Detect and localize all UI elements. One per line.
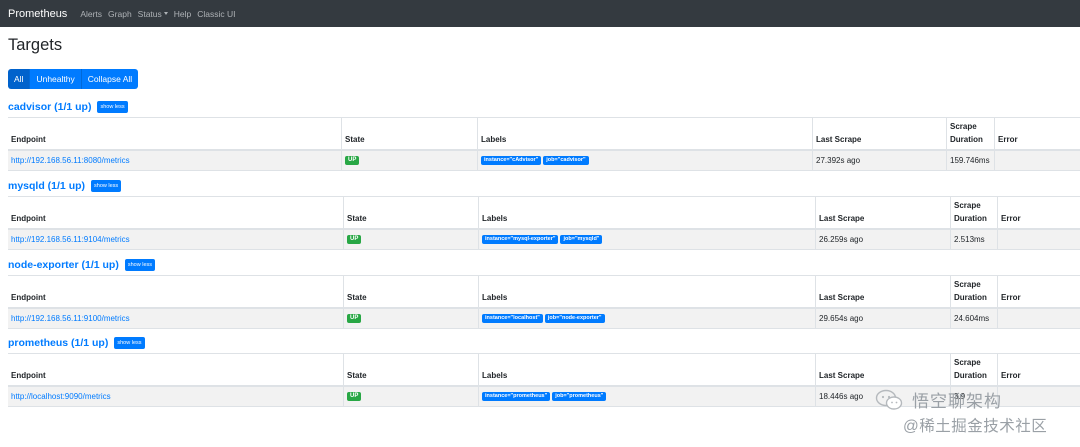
last-scrape-value: 18.446s ago [819, 392, 864, 401]
col-last-scrape: Last Scrape [819, 370, 865, 380]
last-scrape-value: 29.654s ago [819, 314, 864, 323]
endpoint-link[interactable]: http://localhost:9090/metrics [11, 392, 111, 401]
label-badge-job: job="node-exporter" [544, 314, 605, 323]
nav-help[interactable]: Help [174, 9, 191, 19]
col-scrape-duration: Scrape Duration [954, 358, 987, 380]
col-labels: Labels [481, 134, 507, 144]
job-title[interactable]: mysqld (1/1 up) [8, 180, 85, 192]
last-scrape-value: 26.259s ago [819, 235, 864, 244]
col-last-scrape: Last Scrape [819, 213, 865, 223]
scrape-duration-value: 24.604ms [954, 314, 990, 323]
targets-table: Endpoint State Labels Last Scrape Scrape… [8, 275, 1080, 329]
watermark-source: @稀土掘金技术社区 [903, 418, 1048, 435]
col-state: State [347, 213, 367, 223]
page-title: Targets [8, 36, 63, 54]
table-header: Endpoint State Labels Last Scrape Scrape… [8, 354, 1080, 387]
label-badge-job: job="prometheus" [552, 392, 607, 401]
collapse-all-button[interactable]: Collapse All [81, 69, 139, 89]
state-badge: UP [345, 156, 360, 165]
col-endpoint: Endpoint [11, 370, 46, 380]
col-scrape-duration: Scrape Duration [954, 201, 987, 223]
col-error: Error [998, 134, 1018, 144]
col-last-scrape: Last Scrape [819, 292, 865, 302]
show-less-button[interactable]: show less [91, 180, 122, 192]
job-title[interactable]: cadvisor (1/1 up) [8, 101, 91, 113]
section-header: node-exporter (1/1 up) show less [8, 258, 156, 272]
state-badge: UP [347, 314, 362, 323]
table-row: http://192.168.56.11:8080/metrics UP ins… [8, 151, 1080, 171]
table-header: Endpoint State Labels Last Scrape Scrape… [8, 118, 1080, 151]
targets-table: Endpoint State Labels Last Scrape Scrape… [8, 196, 1080, 250]
filter-unhealthy-button[interactable]: Unhealthy [30, 69, 82, 89]
table-row: http://192.168.56.11:9104/metrics UP ins… [8, 230, 1080, 250]
show-less-button[interactable]: show less [124, 259, 156, 271]
endpoint-link[interactable]: http://192.168.56.11:9100/metrics [11, 314, 130, 323]
filter-all-button[interactable]: All [8, 69, 31, 89]
targets-table: Endpoint State Labels Last Scrape Scrape… [8, 117, 1080, 171]
col-state: State [345, 134, 365, 144]
filter-button-group: All Unhealthy Collapse All [8, 69, 139, 89]
col-state: State [347, 292, 367, 302]
nav-status-dropdown[interactable]: Status [138, 9, 168, 19]
state-badge: UP [347, 235, 362, 244]
col-endpoint: Endpoint [11, 213, 46, 223]
table-header: Endpoint State Labels Last Scrape Scrape… [8, 276, 1080, 309]
wechat-watermark-icon [875, 389, 903, 410]
endpoint-link[interactable]: http://192.168.56.11:9104/metrics [11, 235, 130, 244]
label-badge-instance: instance="cAdvisor" [481, 156, 542, 165]
nav-alerts[interactable]: Alerts [80, 9, 102, 19]
label-badge-job: job="mysqld" [560, 235, 603, 244]
job-title[interactable]: node-exporter (1/1 up) [8, 259, 119, 271]
col-error: Error [1001, 213, 1021, 223]
col-labels: Labels [482, 292, 508, 302]
nav-status-label: Status [137, 8, 162, 19]
show-less-button[interactable]: show less [114, 337, 145, 349]
section-header: mysqld (1/1 up) show less [8, 179, 122, 193]
section-header: prometheus (1/1 up) show less [8, 336, 145, 350]
scrape-duration-value: 159.746ms [950, 156, 990, 165]
label-badge-instance: instance="mysql-exporter" [482, 235, 559, 244]
error-value [998, 309, 1001, 328]
nav-classic-ui[interactable]: Classic UI [197, 9, 235, 19]
brand-link[interactable]: Prometheus [8, 8, 67, 20]
label-badge-instance: instance="prometheus" [482, 392, 551, 401]
error-value [998, 230, 1001, 249]
nav-graph[interactable]: Graph [108, 9, 132, 19]
table-header: Endpoint State Labels Last Scrape Scrape… [8, 197, 1080, 230]
col-error: Error [1001, 292, 1021, 302]
col-endpoint: Endpoint [11, 134, 46, 144]
navbar: Prometheus Alerts Graph Status Help Clas… [0, 0, 1080, 27]
col-labels: Labels [482, 213, 508, 223]
col-scrape-duration: Scrape Duration [954, 280, 987, 302]
show-less-button[interactable]: show less [97, 101, 128, 113]
error-value [995, 151, 998, 170]
scrape-duration-value: 2.513ms [954, 235, 985, 244]
last-scrape-value: 27.392s ago [816, 156, 861, 165]
table-row: http://192.168.56.11:9100/metrics UP ins… [8, 309, 1080, 329]
label-badge-job: job="cadvisor" [543, 156, 589, 165]
state-badge: UP [347, 392, 362, 401]
col-labels: Labels [482, 370, 508, 380]
job-title[interactable]: prometheus (1/1 up) [8, 337, 108, 349]
section-header: cadvisor (1/1 up) show less [8, 100, 128, 114]
col-state: State [347, 370, 367, 380]
watermark-text: 悟空聊架构 [912, 392, 1002, 411]
col-error: Error [1001, 370, 1021, 380]
caret-down-icon [163, 12, 168, 15]
col-endpoint: Endpoint [11, 292, 46, 302]
endpoint-link[interactable]: http://192.168.56.11:8080/metrics [11, 156, 130, 165]
col-last-scrape: Last Scrape [816, 134, 862, 144]
col-scrape-duration: Scrape Duration [950, 122, 983, 144]
label-badge-instance: instance="localhost" [482, 314, 543, 323]
